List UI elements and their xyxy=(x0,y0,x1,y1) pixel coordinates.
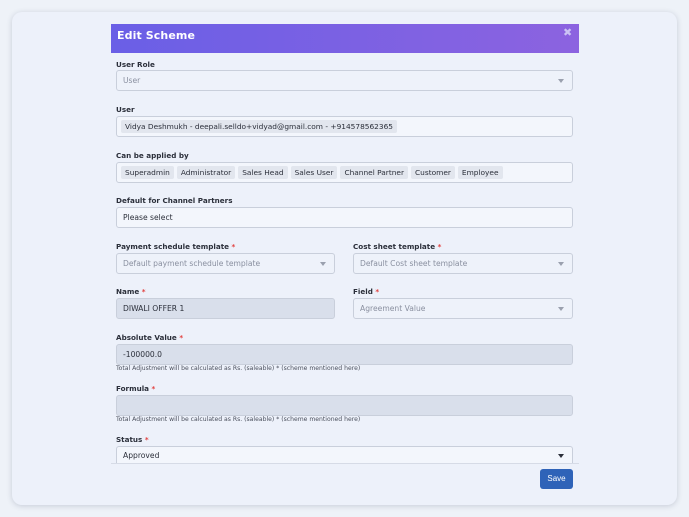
chevron-down-icon xyxy=(558,454,564,458)
role-chip[interactable]: Employee xyxy=(457,166,503,179)
role-chip[interactable]: Sales Head xyxy=(238,166,288,179)
chevron-down-icon xyxy=(558,79,564,83)
absolute-value-value: -100000.0 xyxy=(123,350,162,359)
status-value: Approved xyxy=(123,451,160,460)
user-role-select[interactable]: User xyxy=(116,70,573,91)
cost-sheet-template-value: Default Cost sheet template xyxy=(360,259,468,268)
field-select[interactable]: Agreement Value xyxy=(353,298,573,319)
role-chip[interactable]: Channel Partner xyxy=(340,166,408,179)
edit-scheme-modal: Edit Scheme ✖ User Role User User Vidya … xyxy=(111,24,579,494)
close-icon[interactable]: ✖ xyxy=(563,27,573,38)
chevron-down-icon xyxy=(558,262,564,266)
applied-by-multiselect[interactable]: Superadmin Administrator Sales Head Sale… xyxy=(116,162,573,183)
default-channel-partners-label: Default for Channel Partners xyxy=(116,196,233,205)
formula-label: Formula * xyxy=(116,384,156,393)
name-value: DIWALI OFFER 1 xyxy=(123,304,185,313)
name-input[interactable]: DIWALI OFFER 1 xyxy=(116,298,335,319)
modal-header: Edit Scheme ✖ xyxy=(111,24,579,53)
formula-input[interactable] xyxy=(116,395,573,416)
status-select[interactable]: Approved xyxy=(116,446,573,463)
absolute-value-input[interactable]: -100000.0 xyxy=(116,344,573,365)
modal-title: Edit Scheme xyxy=(117,29,196,42)
user-multiselect[interactable]: Vidya Deshmukh - deepali.selldo+vidyad@g… xyxy=(116,116,573,137)
footer-divider xyxy=(111,463,579,464)
role-chip[interactable]: Sales User xyxy=(290,166,338,179)
chevron-down-icon xyxy=(320,262,326,266)
user-role-value: User xyxy=(123,76,141,85)
user-role-label: User Role xyxy=(116,60,155,69)
default-channel-partners-placeholder: Please select xyxy=(123,213,173,222)
status-label: Status * xyxy=(116,435,149,444)
user-chip[interactable]: Vidya Deshmukh - deepali.selldo+vidyad@g… xyxy=(121,120,397,133)
cost-sheet-template-label: Cost sheet template * xyxy=(353,242,442,251)
role-chip[interactable]: Customer xyxy=(411,166,455,179)
user-label: User xyxy=(116,105,135,114)
save-button[interactable]: Save xyxy=(540,469,573,489)
payment-schedule-template-select[interactable]: Default payment schedule template xyxy=(116,253,335,274)
default-channel-partners-select[interactable]: Please select xyxy=(116,207,573,228)
absolute-value-hint: Total Adjustment will be calculated as R… xyxy=(116,365,361,372)
absolute-value-label: Absolute Value * xyxy=(116,333,184,342)
formula-hint: Total Adjustment will be calculated as R… xyxy=(116,416,361,423)
chevron-down-icon xyxy=(558,307,564,311)
name-label: Name * xyxy=(116,287,146,296)
payment-schedule-template-value: Default payment schedule template xyxy=(123,259,261,268)
role-chip[interactable]: Administrator xyxy=(176,166,236,179)
field-label: Field * xyxy=(353,287,380,296)
cost-sheet-template-select[interactable]: Default Cost sheet template xyxy=(353,253,573,274)
applied-by-label: Can be applied by xyxy=(116,151,189,160)
payment-schedule-template-label: Payment schedule template * xyxy=(116,242,236,251)
role-chip[interactable]: Superadmin xyxy=(121,166,174,179)
field-value: Agreement Value xyxy=(360,304,426,313)
